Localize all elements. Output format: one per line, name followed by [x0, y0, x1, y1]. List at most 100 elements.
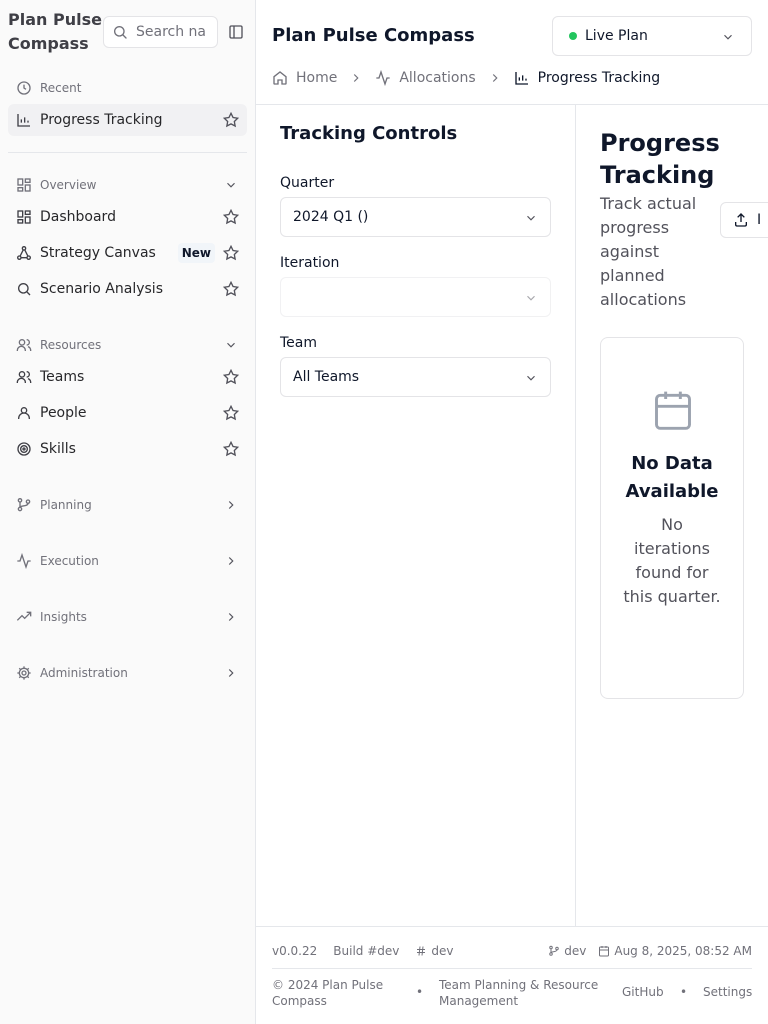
chevron-down-icon — [227, 182, 235, 188]
activity-icon — [376, 70, 391, 86]
chevron-right-icon — [228, 501, 234, 509]
export-button[interactable]: I — [720, 202, 768, 238]
sidebar-item-skills[interactable]: Skills — [8, 433, 247, 465]
star-icon[interactable] — [223, 209, 239, 225]
search-box[interactable] — [103, 16, 218, 48]
hash-icon — [417, 946, 426, 956]
build-text: Build #dev — [333, 944, 400, 958]
search-icon — [114, 26, 127, 39]
insights-section-header[interactable]: Insights — [16, 609, 240, 625]
breadcrumb-allocations[interactable]: Allocations — [375, 70, 476, 86]
bar-chart-icon — [17, 114, 30, 127]
empty-state-card: No Data Available No iterations found fo… — [600, 337, 744, 699]
page-title: Progress Tracking — [600, 129, 720, 189]
chevron-right-icon — [228, 613, 234, 621]
sidebar-toggle-icon[interactable] — [228, 24, 244, 40]
settings-link[interactable]: Settings — [703, 985, 752, 999]
footer-build-info: v0.0.22 Build #dev dev — [272, 944, 453, 958]
overview-section-header[interactable]: Overview — [16, 177, 240, 193]
build-date: Aug 8, 2025, 08:52 AM — [598, 944, 752, 958]
insights-label: Insights — [40, 610, 87, 624]
sidebar-item-people[interactable]: People — [8, 397, 247, 429]
sidebar-item-label: Skills — [40, 441, 76, 457]
layout-grid-icon — [17, 210, 31, 224]
recent-section-label: Recent — [16, 80, 81, 96]
footer-meta: dev Aug 8, 2025, 08:52 AM — [548, 944, 752, 958]
progress-content-panel: Progress Tracking Track actual progress … — [576, 105, 768, 926]
gear-icon — [17, 666, 31, 680]
administration-section-header[interactable]: Administration — [16, 665, 240, 681]
search-input[interactable] — [136, 24, 216, 40]
footer-divider — [272, 968, 752, 969]
user-icon — [18, 407, 30, 419]
breadcrumb-home[interactable]: Home — [272, 70, 337, 86]
layout-grid-icon — [17, 178, 31, 192]
planning-section-header[interactable]: Planning — [16, 497, 240, 513]
footer-separator: • — [680, 985, 688, 999]
star-icon[interactable] — [223, 369, 239, 385]
copyright-text: © 2024 Plan Pulse Compass — [272, 978, 384, 1008]
breadcrumb-label: Home — [296, 70, 338, 86]
sidebar-item-scenario-analysis[interactable]: Scenario Analysis — [8, 273, 247, 305]
users-icon — [16, 339, 32, 351]
sidebar-item-progress-tracking[interactable]: Progress Tracking — [8, 104, 247, 136]
team-select-value: All Teams — [293, 369, 360, 385]
execution-section-header[interactable]: Execution — [16, 553, 240, 569]
sidebar-item-label: Progress Tracking — [40, 112, 163, 128]
iteration-select[interactable] — [280, 277, 551, 317]
star-icon[interactable] — [223, 245, 239, 261]
github-link[interactable]: GitHub — [622, 985, 664, 999]
live-status-dot — [569, 32, 577, 40]
bar-chart-icon — [514, 72, 528, 85]
chevron-down-icon — [227, 342, 235, 348]
plan-select[interactable]: Live Plan — [552, 16, 752, 56]
team-select[interactable]: All Teams — [280, 357, 551, 397]
upload-icon — [735, 213, 747, 227]
star-icon[interactable] — [223, 405, 239, 421]
resources-section-header[interactable]: Resources — [16, 337, 240, 353]
breadcrumb-label: Allocations — [399, 70, 476, 86]
clock-icon — [17, 81, 31, 95]
overview-label: Overview — [40, 178, 97, 192]
chevron-right-icon — [354, 74, 359, 82]
calendar-icon — [599, 946, 610, 957]
chevron-down-icon — [527, 295, 535, 301]
breadcrumb-label: Progress Tracking — [537, 70, 661, 86]
page-subtitle: Track actual progress against planned al… — [600, 194, 697, 309]
star-icon[interactable] — [223, 112, 239, 128]
page-header-title: Plan Pulse Compass — [272, 25, 475, 46]
app-title: Plan Pulse Compass — [8, 10, 102, 53]
team-label: Team — [280, 335, 318, 351]
sidebar-item-teams[interactable]: Teams — [8, 361, 247, 393]
git-branch-icon — [549, 945, 559, 956]
export-button-label: I — [757, 212, 762, 228]
calendar-icon — [655, 391, 691, 430]
version-text: v0.0.22 — [272, 944, 318, 958]
quarter-select-value: 2024 Q1 () — [293, 209, 369, 225]
tracking-controls-panel: Tracking Controls Quarter 2024 Q1 () Ite… — [256, 105, 576, 926]
star-icon[interactable] — [223, 281, 239, 297]
plan-select-value: Live Plan — [585, 28, 648, 44]
resources-label: Resources — [40, 338, 102, 352]
sidebar-item-label: Scenario Analysis — [40, 281, 163, 297]
git-branch-icon — [17, 498, 31, 512]
quarter-select[interactable]: 2024 Q1 () — [280, 197, 551, 237]
sidebar-item-label: Strategy Canvas — [40, 245, 156, 261]
sidebar-item-strategy-canvas[interactable]: Strategy Canvas New — [8, 237, 247, 269]
branch-info: dev — [548, 944, 586, 958]
sidebar-item-label: People — [40, 405, 87, 421]
breadcrumb: Home Allocations Progress Tracking — [272, 69, 660, 87]
chevron-down-icon — [527, 215, 535, 221]
execution-label: Execution — [40, 554, 99, 568]
chevron-right-icon — [228, 557, 234, 565]
sidebar-item-dashboard[interactable]: Dashboard — [8, 201, 247, 233]
chevron-right-icon — [492, 74, 498, 82]
breadcrumb-progress-tracking: Progress Tracking — [514, 70, 660, 86]
workflow-icon — [17, 246, 31, 260]
chevron-down-icon — [527, 375, 535, 381]
footer: v0.0.22 Build #dev dev dev Aug 8, 2025, … — [256, 926, 768, 1024]
activity-icon — [17, 553, 31, 569]
trending-up-icon — [16, 611, 32, 621]
tagline-text: Team Planning & Resource Management — [439, 978, 599, 1008]
star-icon[interactable] — [223, 441, 239, 457]
